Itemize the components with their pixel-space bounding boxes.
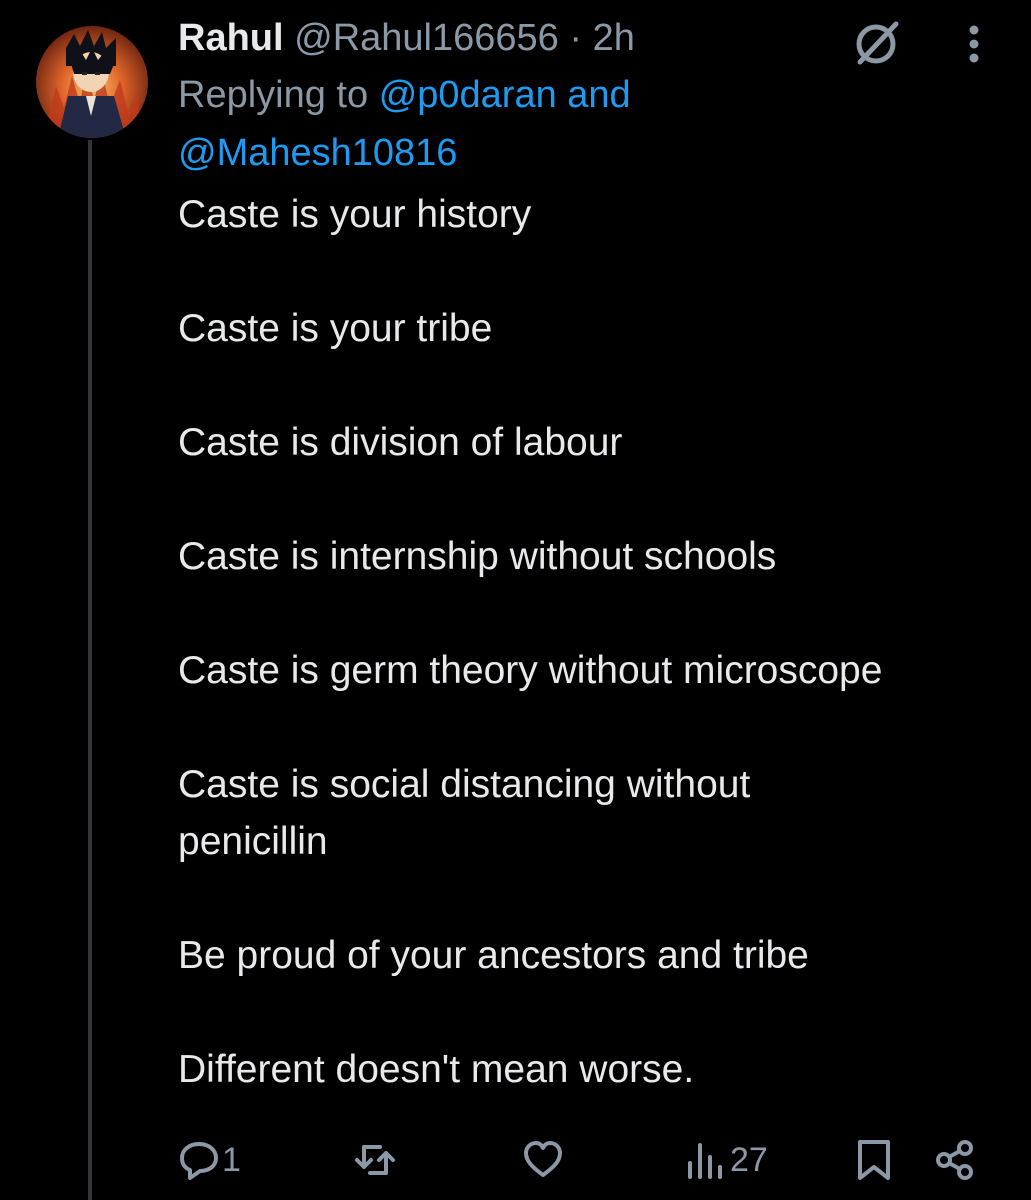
replying-to: Replying to @p0daran and @Mahesh10816 [178, 66, 998, 182]
author-handle[interactable]: @Rahul166656 [294, 17, 559, 59]
tweet-text-line: Caste is division of labour [178, 421, 623, 464]
tweet-text-line: Caste is germ theory without microscope [178, 649, 883, 692]
retweet-icon [355, 1145, 395, 1175]
tweet-text: Caste is your history Caste is your trib… [178, 186, 998, 1098]
bookmark-button[interactable] [854, 1136, 894, 1184]
tweet-text-line: Caste is internship without schools [178, 535, 777, 578]
heart-icon [524, 1141, 562, 1177]
tweet-actions: 1 27 [178, 1130, 998, 1190]
share-button[interactable] [934, 1136, 976, 1184]
mention-link[interactable]: @Mahesh10816 [178, 132, 457, 174]
timestamp[interactable]: 2h [593, 17, 635, 59]
more-vertical-icon[interactable] [956, 16, 992, 72]
reply-count: 1 [222, 1140, 241, 1179]
views-count: 27 [730, 1140, 768, 1179]
mention-link[interactable]: @p0daran and [379, 74, 631, 116]
tweet-text-line: Be proud of your ancestors and tribe [178, 934, 809, 977]
author-name[interactable]: Rahul [178, 17, 284, 59]
bookmark-icon [858, 1140, 890, 1180]
replying-to-label: Replying to [178, 74, 369, 116]
thread-connector-line [88, 140, 92, 1200]
reply-button[interactable]: 1 [178, 1136, 241, 1184]
share-icon [936, 1140, 973, 1180]
tweet-text-line: Caste is your history [178, 193, 532, 236]
avatar[interactable] [36, 26, 148, 138]
tweet-content: Rahul @Rahul166656 · 2h Replying to @p0d… [178, 10, 998, 1098]
like-button[interactable] [522, 1136, 566, 1184]
retweet-button[interactable] [354, 1136, 398, 1184]
tweet-text-line: Caste is your tribe [178, 307, 493, 350]
reply-icon [180, 1142, 218, 1180]
tweet-text-line: Caste is social distancing without penic… [178, 763, 751, 863]
views-icon [688, 1143, 722, 1179]
grok-icon[interactable] [850, 14, 906, 70]
views-button[interactable]: 27 [684, 1136, 768, 1184]
separator-dot: · [569, 17, 583, 59]
tweet-text-line: Different doesn't mean worse. [178, 1048, 695, 1091]
